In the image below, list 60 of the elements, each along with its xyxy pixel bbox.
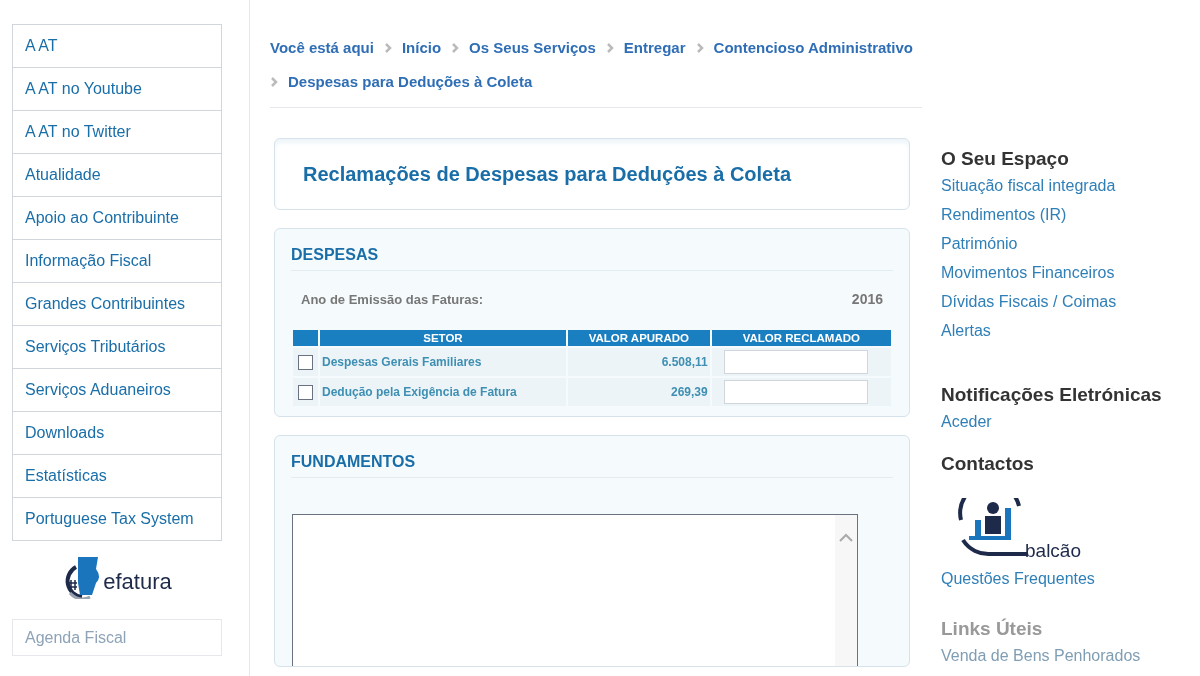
chevron-icon bbox=[451, 43, 460, 53]
sidebar-link[interactable]: Movimentos Financeiros bbox=[941, 258, 1200, 287]
chevron-icon bbox=[270, 77, 278, 87]
sidebar-link[interactable]: Venda de Bens Penhorados bbox=[941, 641, 1200, 670]
sidebar-link[interactable]: A AT no Youtube bbox=[13, 68, 221, 111]
sidebar-link[interactable]: Grandes Contribuintes bbox=[13, 283, 221, 326]
sidebar-link[interactable]: Questões Frequentes bbox=[941, 564, 1200, 593]
column-header: VALOR APURADO bbox=[567, 330, 710, 346]
fundamentos-textarea[interactable] bbox=[292, 514, 858, 666]
breadcrumb-link[interactable]: Os Seus Serviços bbox=[469, 37, 596, 59]
year-label: Ano de Emissão das Faturas: bbox=[301, 290, 484, 309]
sidebar-link[interactable]: Alertas bbox=[941, 316, 1200, 345]
sidebar-link[interactable]: Serviços Aduaneiros bbox=[13, 369, 221, 412]
section-heading: FUNDAMENTOS bbox=[291, 450, 893, 478]
section-heading: O Seu Espaço bbox=[941, 147, 1070, 171]
column-header: SETOR bbox=[320, 330, 566, 346]
checkbox[interactable] bbox=[298, 355, 313, 371]
valor-reclamado-field[interactable] bbox=[723, 350, 868, 374]
breadcrumb-link[interactable]: Despesas para Deduções à Coleta bbox=[288, 71, 533, 93]
chevron-icon bbox=[695, 43, 704, 53]
section-heading: Notificações Eletrónicas bbox=[941, 383, 1163, 407]
column-header: VALOR RECLAMADO bbox=[711, 330, 891, 346]
scroll-up-icon[interactable] bbox=[839, 533, 853, 542]
section-heading: Contactos bbox=[941, 452, 1035, 476]
breadcrumb-link[interactable]: Início bbox=[401, 37, 442, 59]
ebalcao-logo[interactable]: balcão bbox=[949, 496, 1200, 558]
year-value: 2016 bbox=[851, 290, 883, 309]
chevron-icon bbox=[383, 43, 392, 53]
logo-text: balcão bbox=[1025, 541, 1081, 560]
breadcrumb-link[interactable]: Entregar bbox=[623, 37, 686, 59]
sidebar-link[interactable]: Património bbox=[941, 229, 1200, 258]
section-heading: DESPESAS bbox=[291, 243, 893, 271]
valor-reclamado-field[interactable] bbox=[723, 380, 868, 404]
breadcrumb-label: Você está aqui bbox=[270, 38, 374, 58]
efatura-logo[interactable]: efatura bbox=[62, 555, 172, 599]
table-cell: Dedução pela Exigência de Fatura bbox=[320, 378, 566, 406]
sidebar-link[interactable]: Serviços Tributários bbox=[13, 326, 221, 369]
sidebar-link[interactable]: Dívidas Fiscais / Coimas bbox=[941, 287, 1200, 316]
sidebar-link[interactable]: A AT bbox=[13, 25, 221, 68]
table-cell: Despesas Gerais Familiares bbox=[320, 348, 566, 376]
sidebar-link[interactable]: Atualidade bbox=[13, 154, 221, 197]
sidebar-link[interactable]: Estatísticas bbox=[13, 455, 221, 498]
breadcrumb-link[interactable]: Contencioso Administrativo bbox=[713, 37, 913, 59]
sidebar-link[interactable]: Situação fiscal integrada bbox=[941, 171, 1200, 200]
sidebar-link[interactable]: Rendimentos (IR) bbox=[941, 200, 1200, 229]
header-cell bbox=[293, 330, 318, 346]
sidebar-link[interactable]: Portuguese Tax System bbox=[13, 498, 221, 541]
table-cell: 269,39 bbox=[567, 378, 710, 406]
page-title: Reclamações de Despesas para Deduções à Coleta bbox=[303, 162, 792, 187]
sidebar-link[interactable]: Informação Fiscal bbox=[13, 240, 221, 283]
logo-text: efatura bbox=[103, 571, 172, 593]
chevron-icon bbox=[605, 43, 614, 53]
agenda-fiscal-button[interactable]: Agenda Fiscal bbox=[12, 619, 222, 656]
checkbox[interactable] bbox=[298, 385, 313, 401]
sidebar-link[interactable]: Aceder bbox=[941, 407, 1200, 436]
sidebar-link[interactable]: Downloads bbox=[13, 412, 221, 455]
sidebar-link[interactable]: Apoio ao Contribuinte bbox=[13, 197, 221, 240]
sidebar-link[interactable]: A AT no Twitter bbox=[13, 111, 221, 154]
section-heading: Links Úteis bbox=[941, 617, 1044, 641]
table-cell: 6.508,11 bbox=[567, 348, 710, 376]
